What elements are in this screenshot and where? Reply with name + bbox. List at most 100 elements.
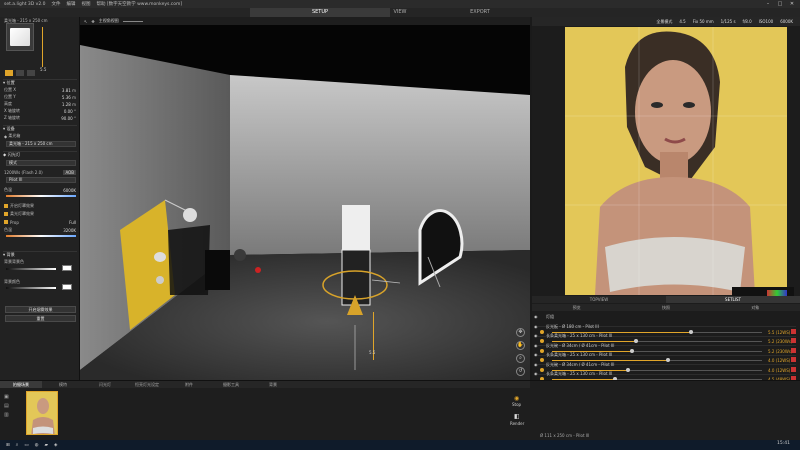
background-brightness-slider[interactable]: [6, 268, 56, 270]
3d-viewport[interactable]: ↖ ✥ 主视角视图 5.5 ✥ ✋ ⌕ ↺: [80, 17, 530, 380]
explorer-icon[interactable]: ▰: [45, 443, 48, 448]
delete-icon[interactable]: ▥: [4, 411, 9, 420]
rotate-icon[interactable]: [16, 70, 24, 76]
tab-constant-light[interactable]: 恒亮灯光设定: [126, 381, 168, 388]
camera-shutter[interactable]: 1/125 s: [721, 19, 736, 24]
minimize-icon[interactable]: –: [762, 0, 774, 8]
orbit-icon[interactable]: ✥: [516, 328, 525, 337]
tab-tools[interactable]: 摄影工具: [210, 381, 252, 388]
flash-head-select[interactable]: Pilot III: [6, 177, 76, 183]
pan-icon[interactable]: ✋: [516, 341, 525, 350]
checkbox-2[interactable]: [4, 212, 8, 216]
maximize-icon[interactable]: □: [774, 0, 786, 8]
menu-view[interactable]: 视图: [81, 1, 90, 7]
tab-setlist[interactable]: SETLIST: [666, 296, 800, 303]
background-color-swatch-2[interactable]: [62, 284, 72, 290]
camera-aperture[interactable]: f/8.0: [743, 19, 752, 24]
color-temp-slider[interactable]: [6, 195, 76, 197]
checkbox-row-1[interactable]: 开启灯罩效果: [4, 203, 76, 209]
view-slider[interactable]: [122, 20, 143, 22]
light-icon[interactable]: [5, 70, 13, 76]
visibility-icon[interactable]: ◉: [534, 352, 538, 357]
checkbox-1[interactable]: [4, 204, 8, 208]
render-label[interactable]: Render: [510, 421, 524, 426]
windows-start-icon[interactable]: ⊞: [6, 443, 10, 448]
close-icon[interactable]: ✕: [786, 0, 798, 8]
field-pos-x[interactable]: 位置 X 3.81 m: [4, 87, 76, 93]
tab-backgrounds[interactable]: 背景: [252, 381, 294, 388]
field-rot-z[interactable]: Z 轴旋转 90.00 °: [4, 115, 76, 121]
background-color-swatch[interactable]: [62, 265, 72, 271]
light-list: ◉ 灯组 ◉ 反光板 - Ø 180 cm - Pilot III 5.5 (12WS)…: [532, 313, 800, 380]
light-head-1[interactable]: [183, 208, 197, 222]
right-tabbar: TOPVIEW SETLIST: [532, 296, 800, 303]
fog-button[interactable]: 开启烟雾效果: [5, 306, 76, 313]
text-icon[interactable]: [27, 70, 35, 76]
field-rot-x[interactable]: X 轴旋转 0.00 °: [4, 108, 76, 114]
strip-softbox[interactable]: [342, 205, 370, 250]
reset-view-icon[interactable]: ↺: [516, 367, 525, 376]
flash-model[interactable]: 1200Ws (Flash 2.0) AOB: [4, 169, 76, 175]
status-text: Ø 111 x 250 cm - Pilot III: [540, 433, 590, 438]
color-temp-slider-2[interactable]: [6, 235, 76, 237]
zoom-icon[interactable]: ⌕: [516, 354, 525, 363]
camera-lens[interactable]: Fix 50 mm: [693, 19, 714, 24]
model-figure[interactable]: [205, 250, 230, 290]
camera-iso[interactable]: ISO100: [759, 19, 774, 24]
menu-help[interactable]: 帮助 [数字天空教学 www.monkeys.com]: [96, 1, 182, 7]
move-icon[interactable]: ✥: [91, 19, 94, 24]
visibility-icon[interactable]: ◉: [534, 371, 538, 376]
taskview-icon[interactable]: ▭: [24, 443, 28, 448]
stop-icon[interactable]: ◉: [514, 395, 519, 402]
camera-ev[interactable]: 4.5: [679, 19, 685, 24]
tab-export[interactable]: EXPORT: [410, 8, 550, 17]
reflector-stand[interactable]: [168, 225, 210, 295]
folder-icon[interactable]: ▤: [4, 402, 9, 411]
equipment-select[interactable]: 柔光箱 - 215 x 250 cm: [6, 141, 76, 147]
visibility-icon[interactable]: ◉: [534, 343, 538, 348]
field-height[interactable]: 高度 1.28 m: [4, 101, 76, 107]
browser-icon[interactable]: ◍: [35, 443, 39, 448]
view-mode-label[interactable]: 主视角视图: [99, 18, 119, 24]
camera-wb[interactable]: 6000K: [780, 19, 793, 24]
visibility-icon[interactable]: ◉: [534, 362, 538, 367]
camera-mode[interactable]: 全景模式: [656, 19, 672, 25]
menu-edit[interactable]: 编辑: [66, 1, 75, 7]
tab-accessories[interactable]: 附件: [168, 381, 210, 388]
reset-button[interactable]: 重置: [5, 315, 76, 322]
scene-thumbnail[interactable]: [26, 391, 58, 435]
visibility-icon[interactable]: ◉: [534, 314, 538, 319]
menu-file[interactable]: 文件: [51, 1, 60, 7]
tab-scenes[interactable]: 拍摄场景: [0, 381, 42, 388]
subtab-objects[interactable]: 对象: [711, 304, 800, 311]
visibility-icon[interactable]: ◉: [534, 333, 538, 338]
power-slider[interactable]: [42, 27, 43, 67]
library-side-icons: ▣ ▤ ▥: [4, 393, 9, 420]
light-list-item[interactable]: ◉ 长条柔光箱 - 25 x 130 cm - Pilot III 4.5 (48W…: [534, 370, 796, 380]
render-icon[interactable]: ◧: [514, 413, 520, 420]
tab-topview[interactable]: TOPVIEW: [532, 296, 666, 303]
section-position[interactable]: ▾ 位置: [3, 79, 77, 85]
app-icon[interactable]: ◈: [54, 443, 57, 448]
model-marker[interactable]: [255, 267, 261, 273]
light-head-2[interactable]: [154, 252, 166, 262]
field-pos-y[interactable]: 位置 Y 5.36 m: [4, 94, 76, 100]
visibility-icon[interactable]: ◉: [534, 324, 538, 329]
section-equipment[interactable]: ▾ 设备: [3, 125, 77, 131]
section-flash[interactable]: ◆ 闪光灯: [3, 151, 77, 157]
render-preview[interactable]: [565, 27, 787, 295]
tab-models[interactable]: 模特: [42, 381, 84, 388]
save-icon[interactable]: ▣: [4, 393, 9, 402]
flash-type-select[interactable]: 模式: [6, 160, 76, 166]
tab-flash[interactable]: 闪光灯: [84, 381, 126, 388]
light-head-3[interactable]: [156, 276, 164, 284]
cursor-icon[interactable]: ↖: [84, 19, 87, 24]
prop-full-toggle[interactable]: Prop Full: [4, 219, 76, 225]
subtab-snapshot[interactable]: 快照: [621, 304, 710, 311]
section-background[interactable]: ▾ 背景: [3, 251, 77, 257]
stop-label[interactable]: Stop: [512, 402, 521, 407]
subtab-preview[interactable]: 预览: [532, 304, 621, 311]
background-color-slider[interactable]: [6, 287, 56, 289]
search-icon[interactable]: ⌕: [16, 442, 19, 448]
checkbox-row-2[interactable]: 柔光灯罩效果: [4, 211, 76, 217]
